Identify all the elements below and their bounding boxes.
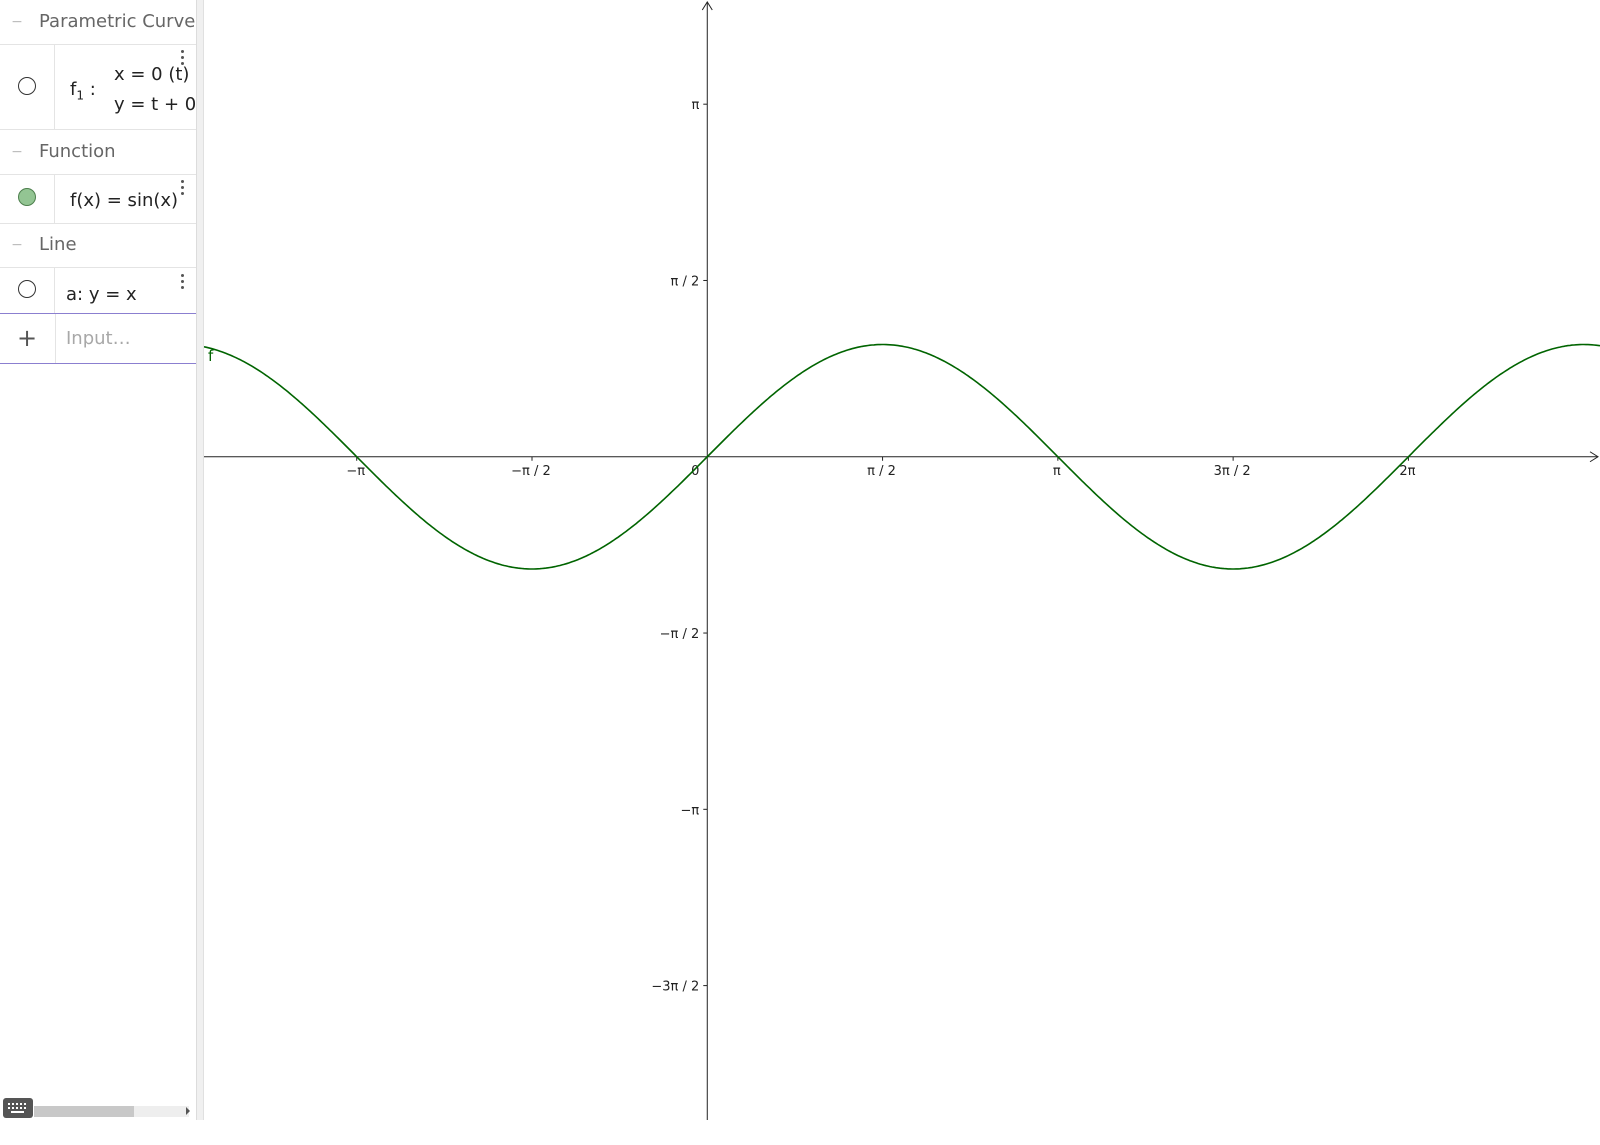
parametric-y-equation: y = t + 0: [114, 94, 197, 115]
group-title: Parametric Curve: [39, 11, 196, 32]
visibility-toggle-icon[interactable]: [18, 188, 36, 206]
scroll-right-icon[interactable]: [186, 1107, 190, 1115]
curve-label: f: [208, 347, 214, 365]
horizontal-scrollbar[interactable]: [34, 1106, 194, 1118]
x-tick-label: π: [1053, 464, 1061, 479]
algebra-item-f[interactable]: f(x) = sin(x): [0, 175, 196, 224]
algebra-item-a[interactable]: a: y = x: [0, 268, 196, 314]
group-header-line: − Line: [0, 224, 196, 268]
visibility-toggle-icon[interactable]: [18, 77, 36, 95]
graphics-view[interactable]: −π −π / 20π / 2 π 3π / 2 2π π π / 2 −π / 2 −π −3π…: [204, 0, 1600, 1120]
graphics-canvas[interactable]: −π −π / 20π / 2 π 3π / 2 2πππ / 2−π / 2−π−3π…: [204, 0, 1600, 1120]
more-options-icon[interactable]: [178, 180, 186, 198]
x-tick-label: 3π / 2: [1214, 464, 1251, 479]
collapse-icon[interactable]: −: [10, 12, 24, 32]
input-row: +: [0, 313, 196, 364]
y-tick-label: −3π / 2: [651, 980, 699, 995]
collapse-icon[interactable]: −: [10, 235, 24, 255]
x-tick-label: −π: [346, 464, 365, 479]
algebra-view: − Parametric Curve f1 : x = 0 (t) y = t …: [0, 0, 197, 1120]
y-tick-label: −π / 2: [660, 627, 700, 642]
more-options-icon[interactable]: [178, 50, 186, 68]
group-header-function: − Function: [0, 131, 196, 175]
group-title: Line: [39, 234, 77, 255]
scrollbar-thumb[interactable]: [34, 1106, 134, 1117]
group-title: Function: [39, 141, 116, 162]
collapse-icon[interactable]: −: [10, 142, 24, 162]
more-options-icon[interactable]: [178, 274, 186, 292]
function-definition: f(x) = sin(x): [70, 190, 179, 211]
y-tick-label: π / 2: [671, 274, 700, 289]
y-tick-label: π: [691, 98, 699, 113]
line-definition: a: y = x: [66, 284, 137, 305]
x-tick-label: 2π: [1399, 464, 1415, 479]
item-label: f1 :: [70, 79, 96, 103]
keyboard-icon[interactable]: [3, 1098, 33, 1118]
add-icon[interactable]: +: [17, 324, 37, 352]
visibility-toggle-icon[interactable]: [18, 280, 36, 298]
x-tick-label: π / 2: [867, 464, 896, 479]
label-subscript: 1: [76, 88, 84, 103]
algebra-input[interactable]: [56, 314, 194, 362]
x-tick-label: −π / 2: [511, 464, 551, 479]
view-splitter[interactable]: [197, 0, 204, 1120]
group-header-parametric-curve: − Parametric Curve: [0, 1, 196, 45]
algebra-item-f1[interactable]: f1 : x = 0 (t) y = t + 0: [0, 45, 196, 130]
y-tick-label: −π: [681, 803, 700, 818]
